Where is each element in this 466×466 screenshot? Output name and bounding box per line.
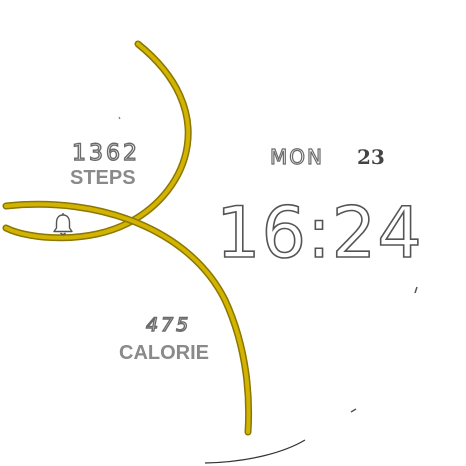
date-number: 23 [357, 145, 385, 169]
tick-mark [414, 286, 418, 294]
tick-mark [118, 116, 121, 120]
calorie-label: CALORIE [119, 342, 209, 364]
tick-mark [350, 408, 357, 413]
bell-icon [53, 213, 73, 236]
bezel-arc [204, 439, 306, 464]
steps-value: 1362 [71, 141, 140, 166]
time-display: 16:24 [215, 192, 423, 274]
day-of-week: MON [269, 145, 324, 169]
watch-face: 1362 STEPS 475 CALORIE MON 23 16:24 [0, 0, 466, 466]
calorie-value: 475 [145, 314, 192, 336]
steps-label: STEPS [70, 167, 136, 189]
